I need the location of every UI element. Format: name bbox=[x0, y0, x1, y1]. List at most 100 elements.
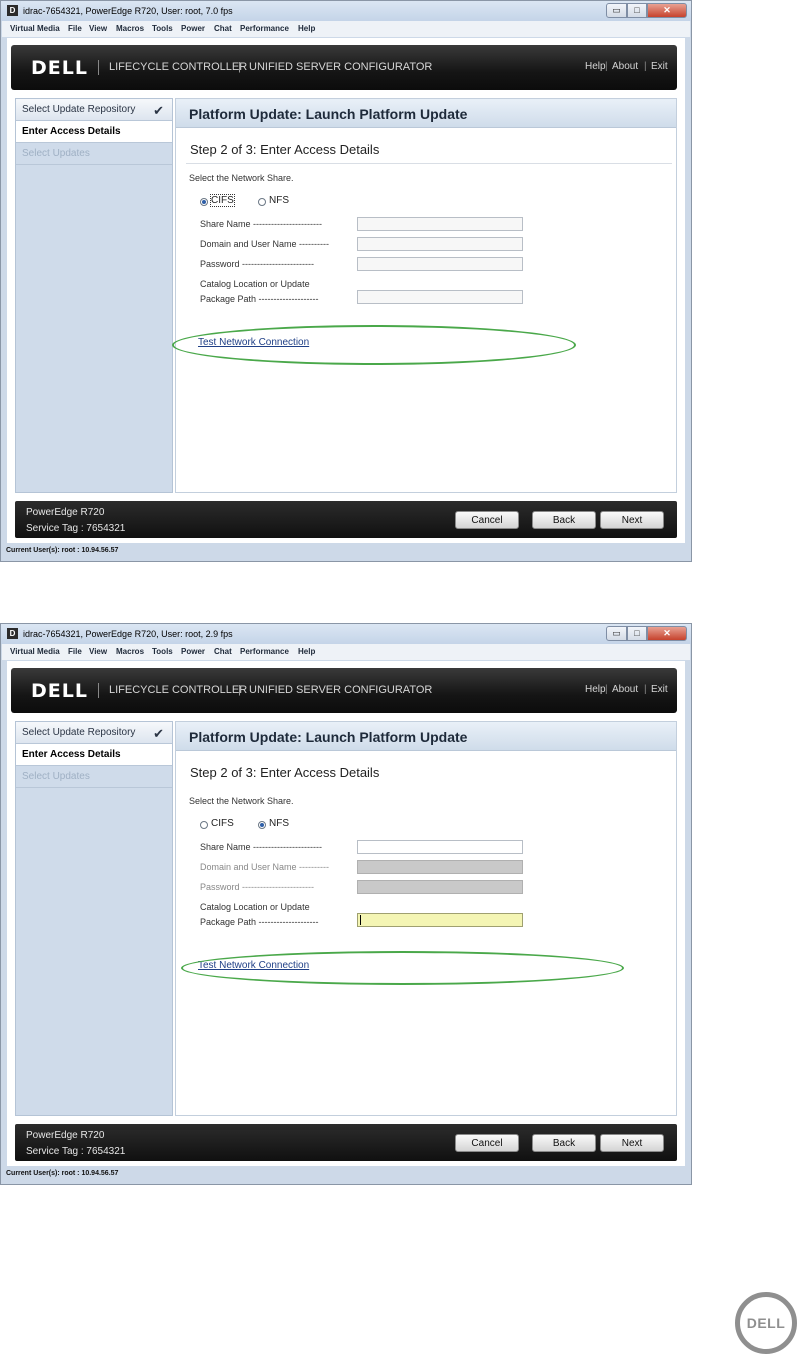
cancel-button[interactable]: Cancel bbox=[455, 1134, 519, 1152]
menu-file[interactable]: File bbox=[68, 647, 82, 656]
idrac-app-icon: D bbox=[7, 628, 18, 639]
highlight-ellipse bbox=[172, 325, 576, 365]
close-button[interactable]: ✕ bbox=[647, 3, 687, 18]
sidebar-item-label: Select Updates bbox=[22, 148, 90, 159]
password-field[interactable] bbox=[357, 257, 523, 271]
cancel-button[interactable]: Cancel bbox=[455, 511, 519, 529]
share-name-field[interactable] bbox=[357, 217, 523, 231]
share-prompt: Select the Network Share. bbox=[189, 173, 294, 183]
nfs-radio[interactable] bbox=[258, 821, 266, 829]
highlight-ellipse bbox=[181, 951, 624, 985]
link-sep: | bbox=[605, 684, 608, 695]
back-button[interactable]: Back bbox=[532, 511, 596, 529]
catalog-path-field[interactable] bbox=[357, 913, 523, 927]
back-button[interactable]: Back bbox=[532, 1134, 596, 1152]
sidebar-item-label: Enter Access Details bbox=[22, 126, 121, 137]
link-sep: | bbox=[644, 61, 647, 72]
cifs-label[interactable]: CIFS bbox=[210, 194, 235, 207]
header-divider bbox=[98, 60, 99, 75]
menu-tools[interactable]: Tools bbox=[152, 24, 173, 33]
share-name-label: Share Name ----------------------- bbox=[200, 219, 322, 229]
password-label: Password ------------------------ bbox=[200, 259, 314, 269]
title-bar[interactable]: D idrac-7654321, PowerEdge R720, User: r… bbox=[1, 624, 691, 644]
domain-user-label: Domain and User Name ---------- bbox=[200, 862, 330, 872]
maximize-button[interactable]: □ bbox=[627, 3, 647, 18]
sidebar-item-enter-access-details[interactable]: Enter Access Details bbox=[16, 121, 172, 143]
menu-virtual-media[interactable]: Virtual Media bbox=[10, 24, 60, 33]
menu-chat[interactable]: Chat bbox=[214, 647, 232, 656]
domain-user-field bbox=[357, 860, 523, 874]
product-name: LIFECYCLE CONTROLLER bbox=[109, 684, 248, 696]
menu-macros[interactable]: Macros bbox=[116, 24, 144, 33]
console-canvas: DELL LIFECYCLE CONTROLLER | UNIFIED SERV… bbox=[7, 661, 685, 1166]
lifecycle-header: DELL LIFECYCLE CONTROLLER | UNIFIED SERV… bbox=[11, 668, 677, 713]
sidebar-item-select-update-repository[interactable]: Select Update Repository ✔ bbox=[16, 722, 172, 744]
header-sep: | bbox=[238, 61, 241, 73]
menu-virtual-media[interactable]: Virtual Media bbox=[10, 647, 60, 656]
dell-logo: DELL bbox=[31, 57, 88, 79]
cifs-radio[interactable] bbox=[200, 198, 208, 206]
menu-view[interactable]: View bbox=[89, 647, 107, 656]
next-button[interactable]: Next bbox=[600, 1134, 664, 1152]
header-sep: | bbox=[238, 684, 241, 696]
remote-console-window-cifs: D idrac-7654321, PowerEdge R720, User: r… bbox=[0, 0, 692, 562]
window-title: idrac-7654321, PowerEdge R720, User: roo… bbox=[23, 6, 233, 16]
menu-performance[interactable]: Performance bbox=[240, 24, 289, 33]
share-name-label: Share Name ----------------------- bbox=[200, 842, 322, 852]
share-name-field[interactable] bbox=[357, 840, 523, 854]
close-button[interactable]: ✕ bbox=[647, 626, 687, 641]
sidebar-item-select-update-repository[interactable]: Select Update Repository ✔ bbox=[16, 99, 172, 121]
menu-power[interactable]: Power bbox=[181, 24, 205, 33]
page-header: Platform Update: Launch Platform Update bbox=[176, 99, 676, 128]
step-title: Step 2 of 3: Enter Access Details bbox=[190, 765, 380, 780]
link-sep: | bbox=[644, 684, 647, 695]
help-link[interactable]: Help bbox=[585, 684, 606, 695]
exit-link[interactable]: Exit bbox=[651, 61, 668, 72]
wizard-footer: PowerEdge R720 Service Tag : 7654321 Can… bbox=[15, 1124, 677, 1161]
sidebar-item-select-updates: Select Updates bbox=[16, 143, 172, 165]
text-caret bbox=[360, 915, 361, 925]
menu-performance[interactable]: Performance bbox=[240, 647, 289, 656]
maximize-button[interactable]: □ bbox=[627, 626, 647, 641]
about-link[interactable]: About bbox=[612, 61, 638, 72]
next-button[interactable]: Next bbox=[600, 511, 664, 529]
nfs-radio[interactable] bbox=[258, 198, 266, 206]
product-subtitle: UNIFIED SERVER CONFIGURATOR bbox=[249, 684, 433, 696]
sidebar-item-select-updates: Select Updates bbox=[16, 766, 172, 788]
help-link[interactable]: Help bbox=[585, 61, 606, 72]
idrac-app-icon: D bbox=[7, 5, 18, 16]
menu-view[interactable]: View bbox=[89, 24, 107, 33]
menu-macros[interactable]: Macros bbox=[116, 647, 144, 656]
sidebar-item-enter-access-details[interactable]: Enter Access Details bbox=[16, 744, 172, 766]
sidebar-item-label: Select Update Repository bbox=[22, 104, 136, 115]
minimize-button[interactable]: ▭ bbox=[606, 3, 627, 18]
cifs-label[interactable]: CIFS bbox=[211, 818, 234, 829]
service-tag: Service Tag : 7654321 bbox=[26, 1146, 126, 1157]
about-link[interactable]: About bbox=[612, 684, 638, 695]
status-bar: Current User(s): root : 10.94.56.57 bbox=[6, 1170, 119, 1177]
exit-link[interactable]: Exit bbox=[651, 684, 668, 695]
password-field bbox=[357, 880, 523, 894]
remote-console-window-nfs: D idrac-7654321, PowerEdge R720, User: r… bbox=[0, 623, 692, 1185]
page-title: Platform Update: Launch Platform Update bbox=[189, 106, 468, 122]
nfs-label[interactable]: NFS bbox=[269, 195, 289, 206]
domain-user-field[interactable] bbox=[357, 237, 523, 251]
menu-tools[interactable]: Tools bbox=[152, 647, 173, 656]
link-sep: | bbox=[605, 61, 608, 72]
nfs-label[interactable]: NFS bbox=[269, 818, 289, 829]
wizard-sidebar: Select Update Repository ✔ Enter Access … bbox=[15, 721, 173, 1116]
menu-chat[interactable]: Chat bbox=[214, 24, 232, 33]
title-bar[interactable]: D idrac-7654321, PowerEdge R720, User: r… bbox=[1, 1, 691, 21]
catalog-path-field[interactable] bbox=[357, 290, 523, 304]
console-canvas: DELL LIFECYCLE CONTROLLER | UNIFIED SERV… bbox=[7, 38, 685, 543]
menu-file[interactable]: File bbox=[68, 24, 82, 33]
menu-help[interactable]: Help bbox=[298, 24, 315, 33]
main-panel: Platform Update: Launch Platform Update … bbox=[172, 98, 677, 493]
minimize-button[interactable]: ▭ bbox=[606, 626, 627, 641]
cifs-radio[interactable] bbox=[200, 821, 208, 829]
menu-help[interactable]: Help bbox=[298, 647, 315, 656]
server-model: PowerEdge R720 bbox=[26, 507, 105, 518]
catalog-label: Catalog Location or Update bbox=[200, 902, 310, 912]
dell-logo: DELL bbox=[31, 680, 88, 702]
menu-power[interactable]: Power bbox=[181, 647, 205, 656]
